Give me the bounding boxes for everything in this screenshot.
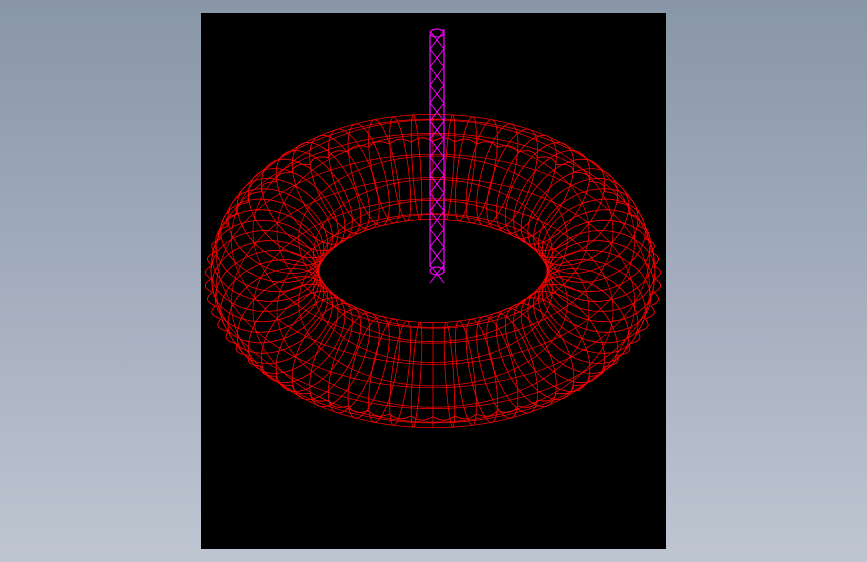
wireframe-model bbox=[204, 28, 662, 429]
coil-turn bbox=[410, 114, 423, 221]
coil-lobe bbox=[432, 415, 456, 421]
coil-lobe bbox=[517, 150, 539, 158]
coil-lobe bbox=[517, 400, 539, 408]
cad-viewport[interactable] bbox=[201, 13, 666, 549]
coil-lobe bbox=[327, 400, 349, 408]
coil-lobe bbox=[556, 163, 575, 173]
coil-turn bbox=[389, 320, 412, 426]
coil-lobe bbox=[347, 405, 369, 413]
coil-lobe bbox=[204, 278, 213, 293]
coil-ring bbox=[318, 199, 548, 343]
coil-lobe bbox=[537, 156, 557, 165]
coil-lobe bbox=[410, 415, 434, 421]
coil-turn bbox=[410, 321, 423, 428]
coil-lobe bbox=[454, 413, 477, 420]
coil-lobe bbox=[327, 150, 349, 158]
coil-lobe bbox=[454, 138, 477, 145]
coil-turn bbox=[389, 116, 412, 222]
coil-lobe bbox=[309, 156, 329, 165]
coil-lobe bbox=[389, 413, 412, 420]
coil-lobe bbox=[497, 405, 519, 413]
coil-lobe bbox=[291, 163, 310, 173]
coil-lobe bbox=[653, 278, 662, 293]
coil-turn bbox=[454, 320, 477, 426]
coil-turn bbox=[443, 114, 456, 221]
coil-lobe bbox=[389, 138, 412, 145]
coil-turn bbox=[454, 116, 477, 222]
coil-turn bbox=[443, 321, 456, 428]
